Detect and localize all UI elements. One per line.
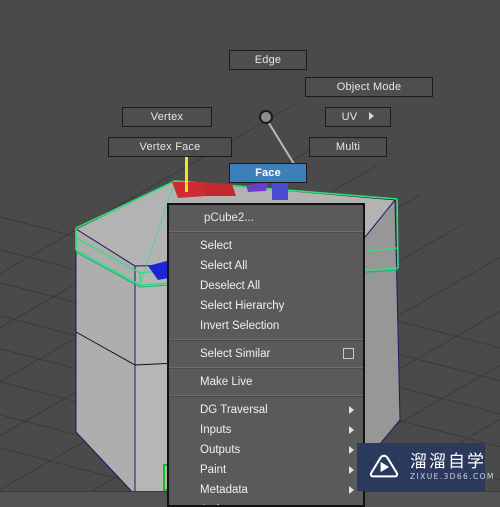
- menu-item[interactable]: Invert Selection: [169, 316, 363, 336]
- marking-menu-item-label: Multi: [335, 141, 361, 153]
- watermark-title: 溜溜自学: [410, 451, 486, 472]
- menu-item[interactable]: Select Similar: [169, 344, 363, 364]
- marking-menu-item-label: Edge: [254, 54, 282, 66]
- menu-item-label: Select Hierarchy: [200, 300, 285, 312]
- menu-item[interactable]: Outputs: [169, 440, 363, 460]
- menu-item-label: Outputs: [200, 444, 241, 456]
- menu-item-label: DG Traversal: [200, 404, 268, 416]
- marking-menu-item-object_mode[interactable]: Object Mode: [305, 77, 433, 97]
- watermark-subtitle: ZIXUE.3D66.COM: [410, 471, 495, 481]
- menu-item-label: Select: [200, 240, 232, 252]
- marking-menu-item-vertex[interactable]: Vertex: [122, 107, 212, 127]
- chevron-right-icon: [349, 466, 354, 474]
- object-context-menu[interactable]: pCube2... Select Select All Deselect All Se…: [167, 203, 365, 507]
- marking-menu-item-face[interactable]: Face: [229, 163, 307, 183]
- marking-menu-item-vertex_face[interactable]: Vertex Face: [108, 137, 232, 157]
- marking-menu-item-multi[interactable]: Multi: [309, 137, 387, 157]
- checkbox-icon[interactable]: [343, 348, 354, 359]
- menu-item[interactable]: Paint: [169, 460, 363, 480]
- menu-item[interactable]: Deselect All: [169, 276, 363, 296]
- screenshot-root: Edge Object Mode Vertex UV Vertex Face Multi F…: [0, 0, 500, 507]
- menu-item-label: Paint: [200, 464, 227, 476]
- marking-menu-item-uv[interactable]: UV: [325, 107, 391, 127]
- marking-menu-item-label: Face: [255, 167, 281, 179]
- menu-item[interactable]: Select Hierarchy: [169, 296, 363, 316]
- context-menu-header: pCube2...: [204, 212, 254, 224]
- marking-menu-item-label: Vertex Face: [139, 141, 201, 153]
- menu-item[interactable]: Select: [169, 236, 363, 256]
- marking-menu-item-label: Vertex: [150, 111, 184, 123]
- marking-menu-item-label: Object Mode: [336, 81, 402, 93]
- site-watermark: 溜溜自学 ZIXUE.3D66.COM: [357, 443, 493, 491]
- watermark-text: 溜溜自学 ZIXUE.3D66.COM: [410, 451, 495, 482]
- chevron-right-icon: [369, 112, 375, 121]
- marking-menu-item-edge[interactable]: Edge: [229, 50, 307, 70]
- marking-menu-item-label: UV: [341, 111, 358, 123]
- chevron-right-icon: [349, 426, 354, 434]
- menu-item[interactable]: Select All: [169, 256, 363, 276]
- chevron-right-icon: [349, 406, 354, 414]
- manipulator-red-handle: [172, 182, 236, 198]
- chevron-right-icon: [349, 446, 354, 454]
- menu-item[interactable]: DG Traversal: [169, 400, 363, 420]
- menu-item-label: Select All: [200, 260, 248, 272]
- play-logo-icon: [369, 454, 399, 478]
- menu-item[interactable]: Actions: [169, 500, 363, 505]
- menu-item-label: Inputs: [200, 424, 232, 436]
- menu-item-label: Metadata: [200, 484, 248, 496]
- menu-item-label: Deselect All: [200, 280, 261, 292]
- menu-item-label: Select Similar: [200, 348, 271, 360]
- menu-item-label: Invert Selection: [200, 320, 280, 332]
- menu-item[interactable]: Make Live: [169, 372, 363, 392]
- chevron-right-icon: [349, 486, 354, 494]
- menu-item[interactable]: Metadata: [169, 480, 363, 500]
- menu-item-label: Make Live: [200, 376, 253, 388]
- menu-item[interactable]: Inputs: [169, 420, 363, 440]
- marking-menu-hub[interactable]: [259, 110, 273, 124]
